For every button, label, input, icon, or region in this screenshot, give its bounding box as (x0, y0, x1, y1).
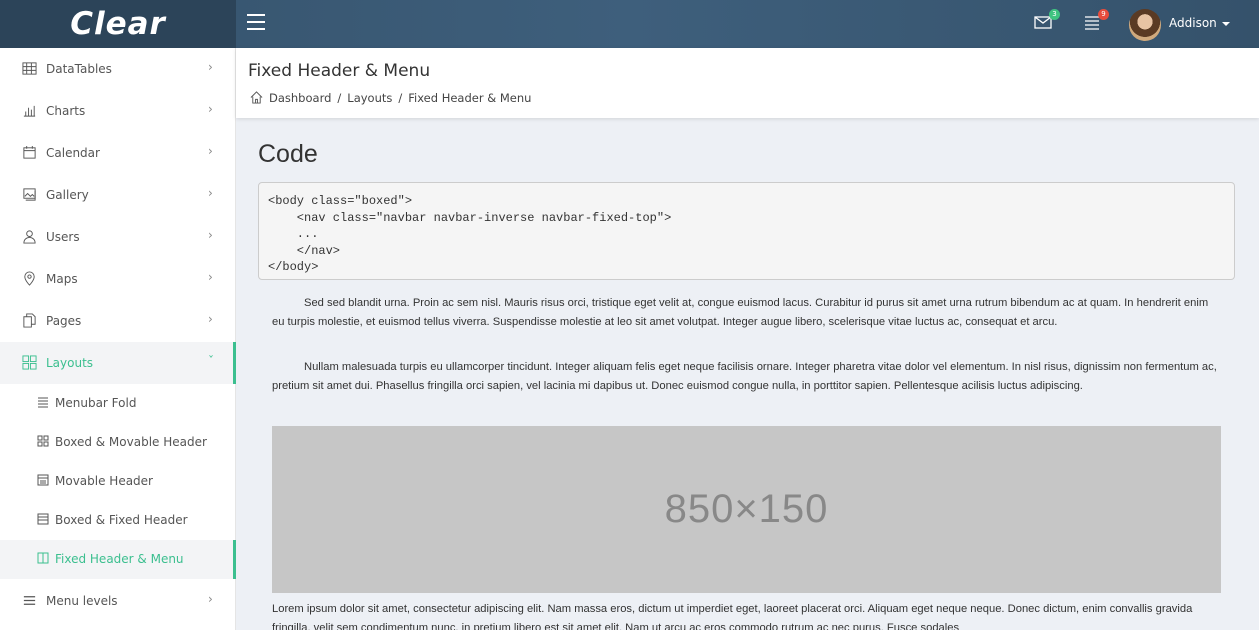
brand-logo[interactable]: Clear (0, 0, 236, 48)
mail-icon[interactable]: 3 (1033, 9, 1060, 34)
sidebar-item-users[interactable]: Users › (0, 216, 236, 258)
sidebar-item-datatables[interactable]: DataTables › (0, 48, 236, 90)
boxed-grid-icon (37, 435, 51, 449)
sidebar-subitem-movable-header[interactable]: Movable Header (0, 462, 236, 501)
sidebar-subitem-boxed-movable-header[interactable]: Boxed & Movable Header (0, 423, 236, 462)
main-content: Code <body class="boxed"> <nav class="na… (258, 118, 1235, 630)
chevron-right-icon: › (208, 312, 213, 326)
fixed-header-icon (37, 513, 51, 527)
user-name: Addison (1169, 16, 1217, 30)
sidebar-item-gallery[interactable]: Gallery › (0, 174, 236, 216)
sidebar-item-calendar[interactable]: Calendar › (0, 132, 236, 174)
page-header: Fixed Header & Menu Dashboard / Layouts / Fi… (236, 48, 1259, 118)
user-icon (22, 229, 38, 245)
page-title: Fixed Header & Menu (248, 61, 431, 81)
movable-header-icon (37, 474, 51, 488)
chevron-right-icon: › (208, 60, 213, 74)
breadcrumb: Dashboard / Layouts / Fixed Header & Menu (250, 91, 531, 105)
calendar-icon (22, 145, 38, 161)
menubar-icon (37, 396, 51, 410)
table-icon (22, 61, 38, 77)
sidebar-item-menu-levels[interactable]: Menu levels › (0, 580, 236, 622)
sidebar-item-charts[interactable]: Charts › (0, 90, 236, 132)
home-icon (250, 91, 263, 104)
breadcrumb-layouts[interactable]: Layouts (347, 91, 392, 105)
user-menu[interactable]: Addison (1169, 16, 1230, 30)
chevron-right-icon: › (208, 102, 213, 116)
paragraph: Sed sed blandit urna. Proin ac sem nisl.… (272, 297, 1209, 328)
chevron-right-icon: › (208, 592, 213, 606)
chevron-right-icon: › (208, 270, 213, 284)
caret-down-icon (1221, 21, 1230, 26)
chevron-right-icon: › (208, 144, 213, 158)
chevron-right-icon: › (208, 186, 213, 200)
paragraph: Nullam malesuada turpis eu ullamcorper t… (272, 361, 1217, 392)
chevron-down-icon: ˇ (208, 354, 214, 368)
placeholder-image: 850×150 (272, 426, 1221, 593)
tasks-icon[interactable]: 9 (1082, 9, 1109, 34)
hamburger-menu-icon[interactable] (247, 14, 265, 30)
chart-icon (22, 103, 38, 119)
sidebar-item-pages[interactable]: Pages › (0, 300, 236, 342)
section-heading: Code (258, 140, 318, 168)
chevron-right-icon: › (208, 228, 213, 242)
mail-badge: 3 (1049, 9, 1060, 20)
sidebar-item-maps[interactable]: Maps › (0, 258, 236, 300)
menu-icon (22, 593, 38, 609)
breadcrumb-current: Fixed Header & Menu (408, 91, 532, 105)
code-block: <body class="boxed"> <nav class="navbar … (258, 182, 1235, 280)
sidebar: DataTables › Charts › Calendar › Gallery… (0, 48, 236, 630)
layouts-icon (22, 355, 38, 371)
pages-icon (22, 313, 38, 329)
sidebar-subitem-menubar-fold[interactable]: Menubar Fold (0, 384, 236, 423)
columns-icon (37, 552, 51, 566)
map-pin-icon (22, 271, 38, 287)
gallery-icon (22, 187, 38, 203)
logo-text: Clear (70, 6, 166, 42)
sidebar-item-layouts[interactable]: Layouts ˇ (0, 342, 236, 384)
top-navbar: Clear 3 9 Addison (0, 0, 1259, 48)
breadcrumb-dashboard[interactable]: Dashboard (269, 91, 331, 105)
sidebar-subitem-boxed-fixed-header[interactable]: Boxed & Fixed Header (0, 501, 236, 540)
avatar[interactable] (1129, 9, 1161, 41)
placeholder-label: 850×150 (664, 487, 829, 531)
tasks-badge: 9 (1098, 9, 1109, 20)
paragraph: Lorem ipsum dolor sit amet, consectetur … (272, 603, 1193, 630)
sidebar-subitem-fixed-header-menu[interactable]: Fixed Header & Menu (0, 540, 236, 579)
